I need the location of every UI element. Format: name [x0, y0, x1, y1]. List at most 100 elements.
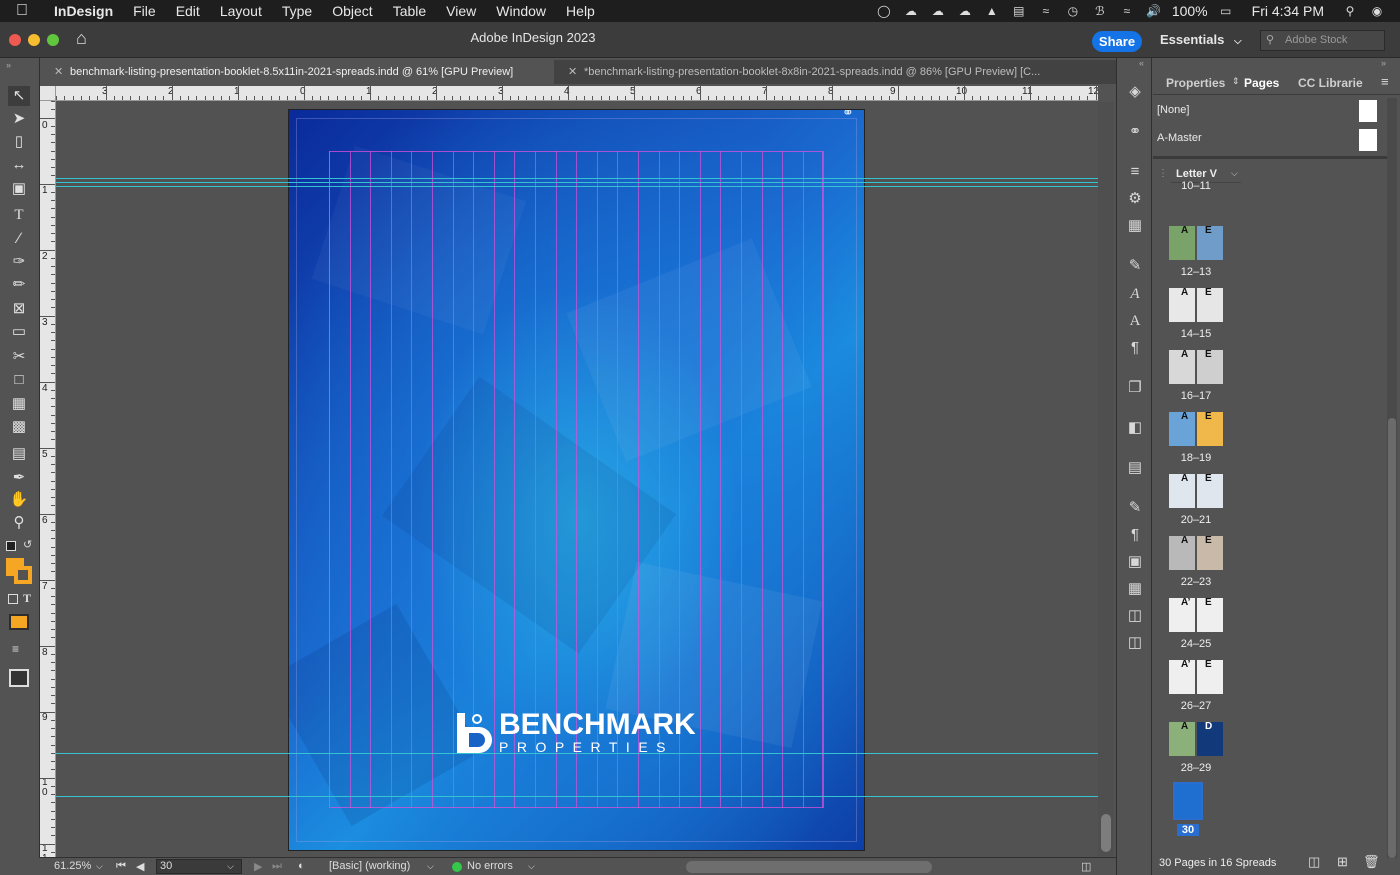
- page-thumbnail[interactable]: A: [1169, 536, 1195, 570]
- formatting-text-icon[interactable]: T: [23, 591, 31, 606]
- vertical-scrollbar-thumb[interactable]: [1101, 814, 1111, 852]
- tab-pages[interactable]: ⇕ Pages: [1228, 70, 1298, 94]
- page-thumbnail[interactable]: A: [1169, 474, 1195, 508]
- page-thumbnail[interactable]: E: [1197, 350, 1223, 384]
- color-icon[interactable]: ⚙: [1125, 189, 1145, 209]
- table-icon[interactable]: ▦: [1125, 579, 1145, 599]
- apply-color-icon[interactable]: [9, 614, 29, 630]
- character-styles-icon[interactable]: A: [1125, 284, 1145, 304]
- default-fill-stroke-icon[interactable]: [6, 541, 16, 551]
- screen-mode-icon[interactable]: [9, 669, 29, 687]
- hand-tool-icon[interactable]: ✋: [8, 490, 30, 510]
- menu-help[interactable]: Help: [556, 3, 605, 19]
- paragraph-styles-icon[interactable]: ✎: [1125, 256, 1145, 276]
- battery-icon[interactable]: ▭: [1217, 4, 1235, 18]
- collapse-toolbar-icon[interactable]: »: [6, 60, 11, 70]
- vertical-ruler[interactable]: 0 1 2 3 4 5 6 7 8 9 1 0 1 1: [40, 101, 56, 857]
- menu-window[interactable]: Window: [486, 3, 556, 19]
- preflight-errors[interactable]: No errors: [467, 860, 513, 872]
- direct-selection-tool-icon[interactable]: ➤: [8, 109, 30, 129]
- next-page-icon[interactable]: ▶: [254, 860, 262, 873]
- scissors-tool-icon[interactable]: ✂: [8, 347, 30, 367]
- page-thumbnail[interactable]: A: [1169, 226, 1195, 260]
- document-page[interactable]: ⚭ BENCHMARK PROPERTIES: [289, 110, 864, 850]
- character-icon[interactable]: A: [1125, 311, 1145, 331]
- zoom-tool-icon[interactable]: ⚲: [8, 513, 30, 533]
- page-thumbnail[interactable]: A: [1169, 350, 1195, 384]
- page-thumbnail[interactable]: A’: [1169, 660, 1195, 694]
- eyedropper-tool-icon[interactable]: ✒: [8, 468, 30, 488]
- swap-fill-stroke-icon[interactable]: ↺: [23, 538, 32, 551]
- page-thumbnail[interactable]: A’: [1169, 598, 1195, 632]
- page-thumbnail[interactable]: A: [1169, 288, 1195, 322]
- new-page-icon[interactable]: ⊞: [1337, 854, 1348, 870]
- menu-layout[interactable]: Layout: [210, 3, 272, 19]
- line-tool-icon[interactable]: ∕: [8, 229, 30, 249]
- previous-page-icon[interactable]: ◀: [136, 860, 144, 873]
- note-tool-icon[interactable]: ▤: [8, 444, 30, 464]
- edit-page-size-icon[interactable]: ◫: [1308, 854, 1320, 870]
- effects-icon[interactable]: ▣: [1125, 552, 1145, 572]
- last-page-icon[interactable]: ⏭: [272, 860, 282, 873]
- menubar-clock[interactable]: Fri 4:34 PM: [1252, 3, 1324, 19]
- gap-tool-icon[interactable]: ↔: [8, 155, 30, 175]
- cell-styles-icon[interactable]: ◫: [1125, 633, 1145, 653]
- link-icon[interactable]: ⚭: [842, 110, 854, 121]
- gradient-swatch-tool-icon[interactable]: ▦: [8, 394, 30, 414]
- chevron-down-icon[interactable]: ⌵: [96, 861, 103, 872]
- ruler-guide[interactable]: [56, 186, 1098, 187]
- wifi-icon[interactable]: ≈: [1118, 4, 1136, 18]
- menu-table[interactable]: Table: [383, 3, 436, 19]
- swatches-icon[interactable]: ▦: [1125, 216, 1145, 236]
- text-wrap-icon[interactable]: ▤: [1125, 458, 1145, 478]
- open-document-icon[interactable]: ◐: [298, 860, 305, 872]
- cloud-icon[interactable]: ☁: [956, 4, 974, 18]
- align-icon[interactable]: ◧: [1125, 418, 1145, 438]
- collapse-dock-icon[interactable]: «: [1139, 58, 1144, 68]
- time-machine-icon[interactable]: ◷: [1064, 4, 1082, 18]
- siri-icon[interactable]: ◉: [1368, 4, 1386, 18]
- page-thumbnail[interactable]: E: [1197, 226, 1223, 260]
- content-collector-icon[interactable]: ▣: [8, 179, 30, 199]
- menu-type[interactable]: Type: [272, 3, 322, 19]
- horizontal-ruler[interactable]: 3 2 1 0 1 2 3 4 5 6 7 8 9 10 11 12: [56, 86, 1098, 101]
- share-button[interactable]: Share: [1092, 31, 1142, 52]
- stroke-swatch[interactable]: [14, 566, 32, 584]
- page-thumbnail[interactable]: E: [1197, 536, 1223, 570]
- document-canvas[interactable]: ⚭ BENCHMARK PROPERTIES: [56, 102, 1098, 856]
- stack-icon[interactable]: ▤: [1010, 4, 1028, 18]
- object-styles-icon[interactable]: ✎: [1125, 498, 1145, 518]
- stroke-icon[interactable]: ≡: [1125, 162, 1145, 182]
- tab-properties[interactable]: Properties: [1166, 76, 1225, 90]
- split-window-icon[interactable]: ◫: [1081, 860, 1091, 873]
- master-none[interactable]: [None]: [1157, 104, 1189, 116]
- page-thumbnail[interactable]: E: [1197, 598, 1223, 632]
- gradient-feather-tool-icon[interactable]: ▩: [8, 417, 30, 437]
- master-a-thumbnail[interactable]: [1359, 129, 1377, 151]
- free-transform-tool-icon[interactable]: □: [8, 370, 30, 390]
- panel-menu-icon[interactable]: ≡: [1381, 74, 1389, 89]
- page-thumbnail[interactable]: E: [1197, 660, 1223, 694]
- creative-cloud-icon[interactable]: ◯: [875, 4, 893, 18]
- menu-object[interactable]: Object: [322, 3, 382, 19]
- formatting-container-icon[interactable]: [8, 594, 18, 604]
- page-thumbnail[interactable]: [1173, 782, 1203, 820]
- document-tab-active[interactable]: ✕ benchmark-listing-presentation-booklet…: [42, 60, 554, 84]
- spotlight-search-icon[interactable]: ⚲: [1341, 4, 1359, 18]
- zoom-level[interactable]: 61.25%: [54, 860, 91, 872]
- document-tab[interactable]: ✕ *benchmark-listing-presentation-bookle…: [556, 60, 1076, 84]
- ruler-origin[interactable]: [40, 86, 56, 101]
- page-thumbnail[interactable]: E: [1197, 474, 1223, 508]
- chevron-down-icon[interactable]: ⌵: [528, 861, 535, 872]
- menu-app-name[interactable]: InDesign: [44, 3, 123, 19]
- vertical-scrollbar-track[interactable]: [1098, 102, 1114, 856]
- ruler-guide[interactable]: [56, 753, 1098, 754]
- pages-scrollbar-thumb[interactable]: [1388, 418, 1396, 858]
- ruler-guide[interactable]: [56, 182, 1098, 183]
- glyphs-icon[interactable]: ¶: [1125, 525, 1145, 545]
- zigzag-icon[interactable]: ≈: [1037, 4, 1055, 18]
- cloud-icon[interactable]: ☁: [902, 4, 920, 18]
- apple-icon[interactable]: : [0, 2, 44, 20]
- page-dropdown-icon[interactable]: ⌵: [227, 861, 234, 872]
- selection-tool-icon[interactable]: ↖: [8, 86, 30, 106]
